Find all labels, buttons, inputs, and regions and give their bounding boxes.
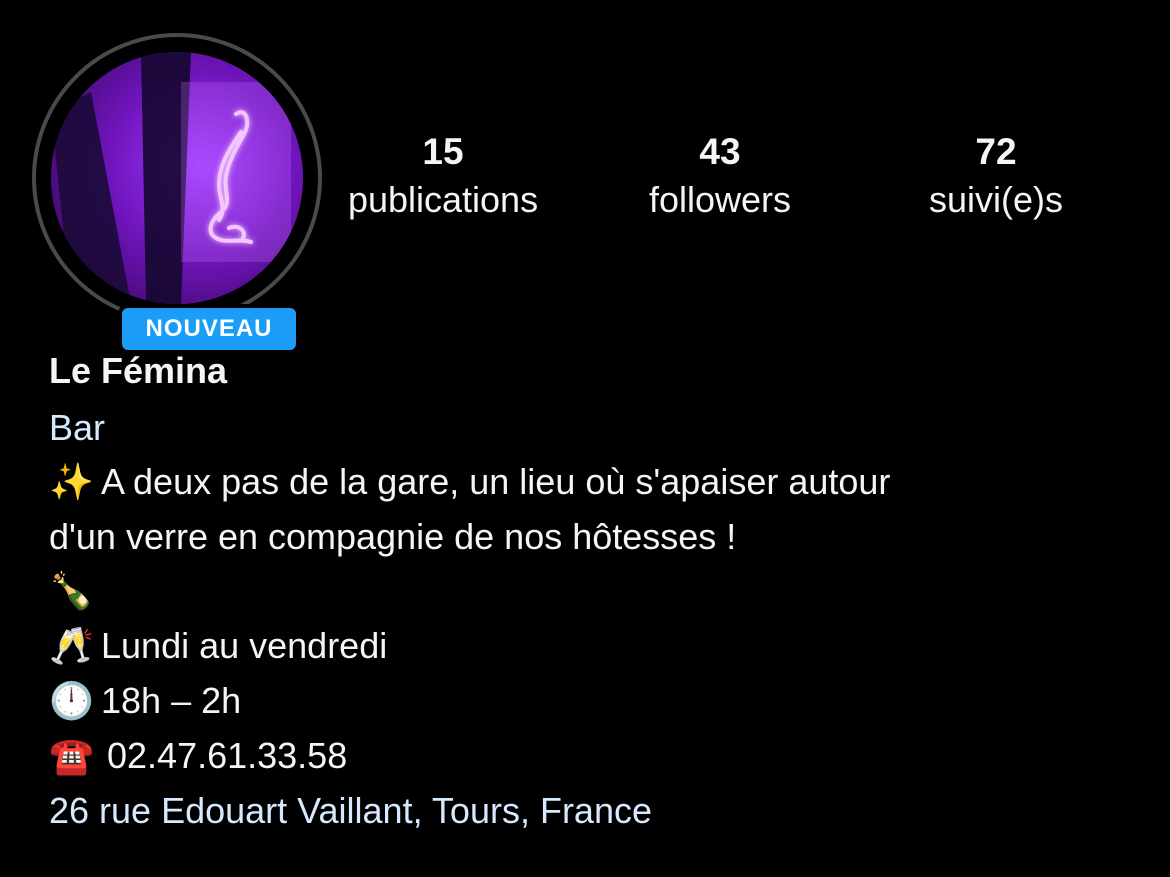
champagne-bottle-icon: 🍾 [49, 571, 94, 612]
opening-days: Lundi au vendredi [101, 625, 388, 666]
bio-text-2: d'un verre en compagnie de nos hôtesses … [49, 516, 737, 557]
bio-line-6: ☎️ 02.47.61.33.58 [49, 729, 1129, 784]
publications-label: publications [347, 179, 539, 220]
bio-line-2: d'un verre en compagnie de nos hôtesses … [49, 510, 1129, 564]
bio-line-1: ✨ A deux pas de la gare, un lieu où s'apa… [49, 455, 1129, 510]
stat-publications[interactable]: 15 publications [313, 130, 573, 226]
bio-text-1: A deux pas de la gare, un lieu où s'apai… [101, 461, 891, 502]
neon-sign-image [51, 52, 303, 304]
phone-number: 02.47.61.33.58 [107, 735, 348, 776]
telephone-icon: ☎️ [49, 736, 94, 777]
opening-hours: 18h – 2h [101, 680, 242, 721]
followers-count: 43 [699, 131, 741, 172]
following-label: suivi(e)s [928, 179, 1063, 220]
profile-category[interactable]: Bar [49, 401, 1129, 455]
stat-followers[interactable]: 43 followers [590, 130, 850, 226]
followers-label: followers [648, 179, 792, 220]
profile-name: Le Fémina [49, 350, 228, 391]
clock-icon: 🕛 [49, 681, 94, 722]
sparkles-icon: ✨ [49, 462, 94, 503]
profile-bio: Le Fémina Bar ✨ A deux pas de la gare, un… [49, 344, 1129, 838]
bio-line-4: 🥂 Lundi au vendredi [49, 619, 1129, 674]
stat-following[interactable]: 72 suivi(e)s [866, 130, 1126, 226]
profile-avatar-container[interactable]: NOUVEAU [32, 33, 322, 354]
address-link[interactable]: 26 rue Edouart Vaillant, Tours, France [49, 784, 1129, 838]
publications-count: 15 [422, 131, 464, 172]
champagne-glasses-icon: 🥂 [49, 626, 94, 667]
bio-line-5: 🕛 18h – 2h [49, 674, 1129, 729]
avatar[interactable] [51, 52, 303, 304]
bio-line-3: 🍾 [49, 564, 1129, 619]
following-count: 72 [975, 131, 1017, 172]
